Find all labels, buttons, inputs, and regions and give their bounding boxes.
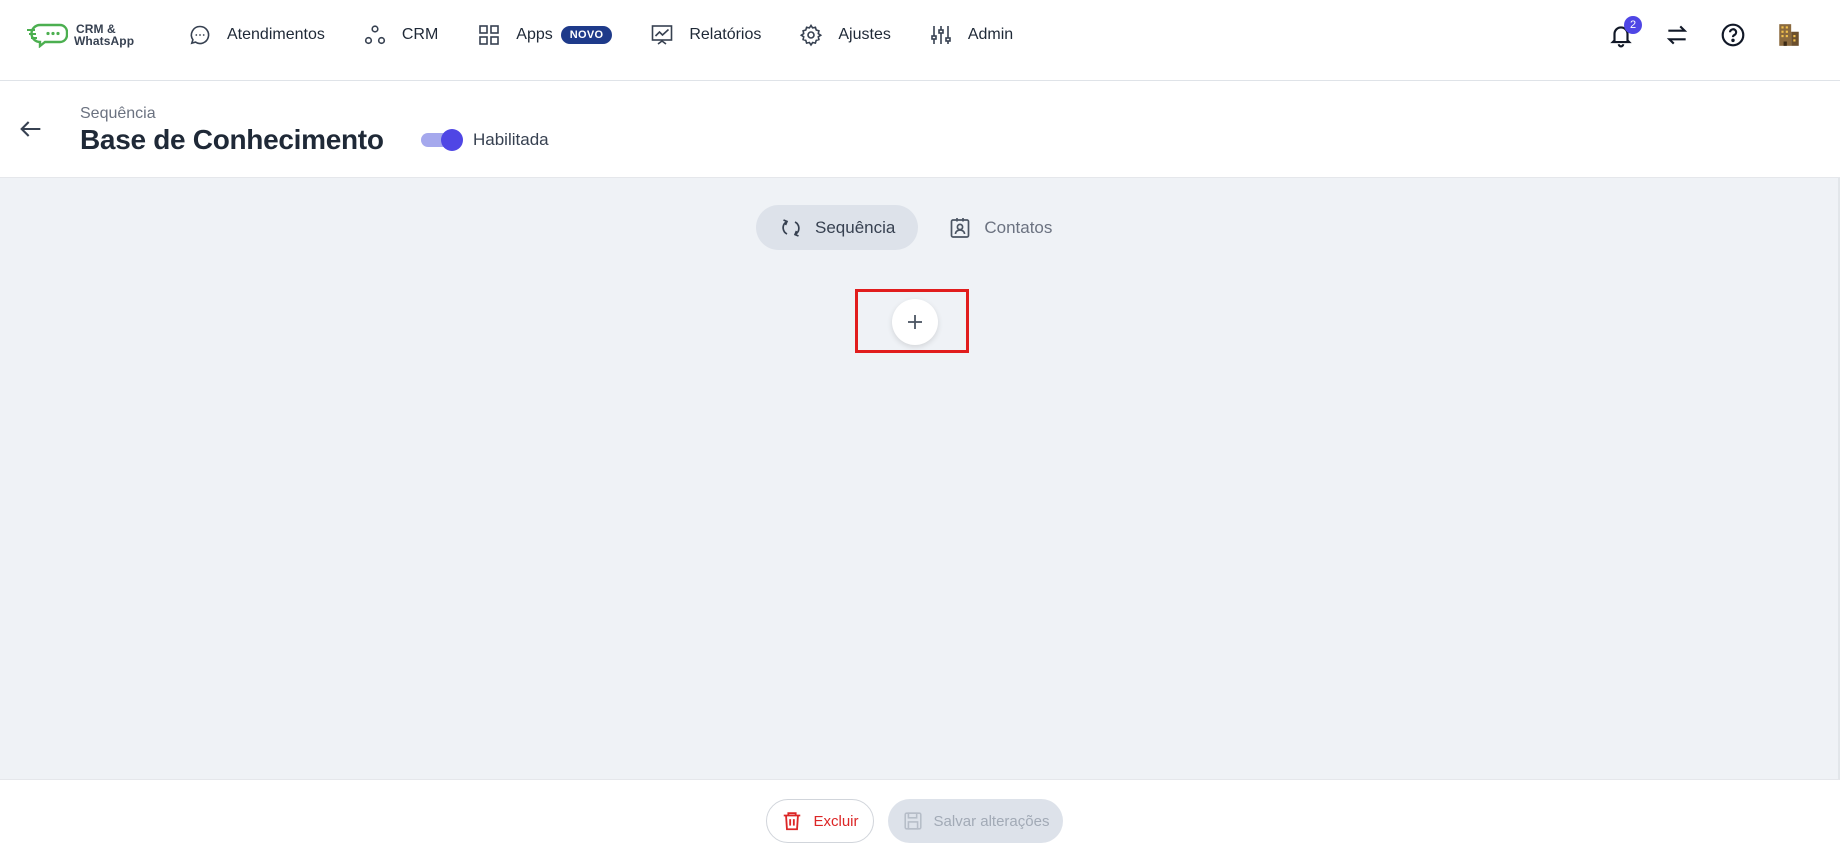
main-content: Sequência Contatos — [0, 178, 1840, 779]
add-step-button[interactable] — [892, 299, 938, 345]
help-circle-icon — [1721, 23, 1745, 47]
nav-item-relatorios[interactable]: Relatórios — [650, 18, 761, 52]
sliders-icon — [929, 23, 953, 47]
building-icon — [1779, 24, 1799, 46]
logo-text: CRM & WhatsApp — [74, 23, 134, 47]
save-button-label: Salvar alterações — [933, 812, 1050, 830]
logo-line-2: WhatsApp — [74, 34, 135, 48]
swap-arrows-icon — [1666, 25, 1688, 45]
toggle-knob — [441, 129, 463, 151]
nav-item-apps[interactable]: Apps NOVO — [477, 18, 613, 52]
page-title: Base de Conhecimento — [80, 124, 384, 155]
top-right-actions: 2 — [1608, 16, 1802, 48]
grid-icon — [477, 23, 501, 47]
nodes-icon — [363, 23, 387, 47]
delete-button[interactable]: Excluir — [766, 799, 874, 843]
save-button[interactable]: Salvar alterações — [888, 799, 1063, 843]
chart-board-icon — [650, 23, 674, 47]
nav-label-ajustes: Ajustes — [838, 26, 891, 43]
save-disk-icon — [903, 812, 922, 830]
tab-label-contatos: Contatos — [984, 217, 1053, 237]
footer-actions: Excluir Salvar alterações — [0, 779, 1840, 850]
app-logo[interactable]: CRM & WhatsApp — [26, 22, 134, 48]
nav-item-ajustes[interactable]: Ajustes — [799, 18, 891, 52]
main-nav: Atendimentos CRM Apps NOVO Relatórios Aj… — [188, 18, 1013, 52]
nav-label-relatorios: Relatórios — [689, 26, 762, 43]
back-button[interactable] — [17, 115, 45, 143]
notifications-button[interactable]: 2 — [1608, 16, 1642, 48]
switch-account-button[interactable] — [1664, 22, 1690, 48]
trash-icon — [784, 812, 801, 831]
contact-card-icon — [948, 216, 972, 240]
toggle-switch[interactable] — [421, 129, 463, 151]
nav-item-atendimentos[interactable]: Atendimentos — [188, 18, 325, 52]
repeat-icon — [779, 216, 803, 240]
page-header: Sequência Base de Conhecimento Habilitad… — [0, 81, 1840, 178]
nav-item-crm[interactable]: CRM — [363, 18, 438, 52]
arrow-left-icon — [20, 121, 41, 137]
tab-bar: Sequência Contatos — [756, 205, 1052, 250]
enabled-toggle[interactable]: Habilitada — [421, 129, 549, 151]
tab-sequencia[interactable]: Sequência — [756, 205, 919, 250]
company-button[interactable] — [1776, 22, 1802, 48]
logo-chat-icon — [27, 23, 68, 48]
delete-button-label: Excluir — [813, 812, 859, 830]
toggle-label: Habilitada — [473, 130, 549, 149]
chat-bubble-icon — [188, 23, 212, 47]
top-navbar: CRM & WhatsApp Atendimentos CRM Apps NOV… — [0, 0, 1840, 81]
tab-contatos[interactable]: Contatos — [918, 205, 1052, 250]
nav-item-admin[interactable]: Admin — [929, 18, 1013, 52]
breadcrumb[interactable]: Sequência — [80, 105, 156, 123]
nav-label-admin: Admin — [967, 26, 1014, 43]
tab-label-sequencia: Sequência — [815, 217, 896, 237]
plus-icon — [908, 315, 922, 329]
nav-label-crm: CRM — [401, 26, 439, 43]
nav-label-atendimentos: Atendimentos — [227, 26, 325, 43]
notification-count-badge: 2 — [1624, 16, 1642, 34]
new-badge: NOVO — [560, 26, 613, 44]
gear-icon — [799, 23, 823, 47]
nav-label-apps: Apps — [516, 26, 553, 43]
help-button[interactable] — [1720, 22, 1746, 48]
